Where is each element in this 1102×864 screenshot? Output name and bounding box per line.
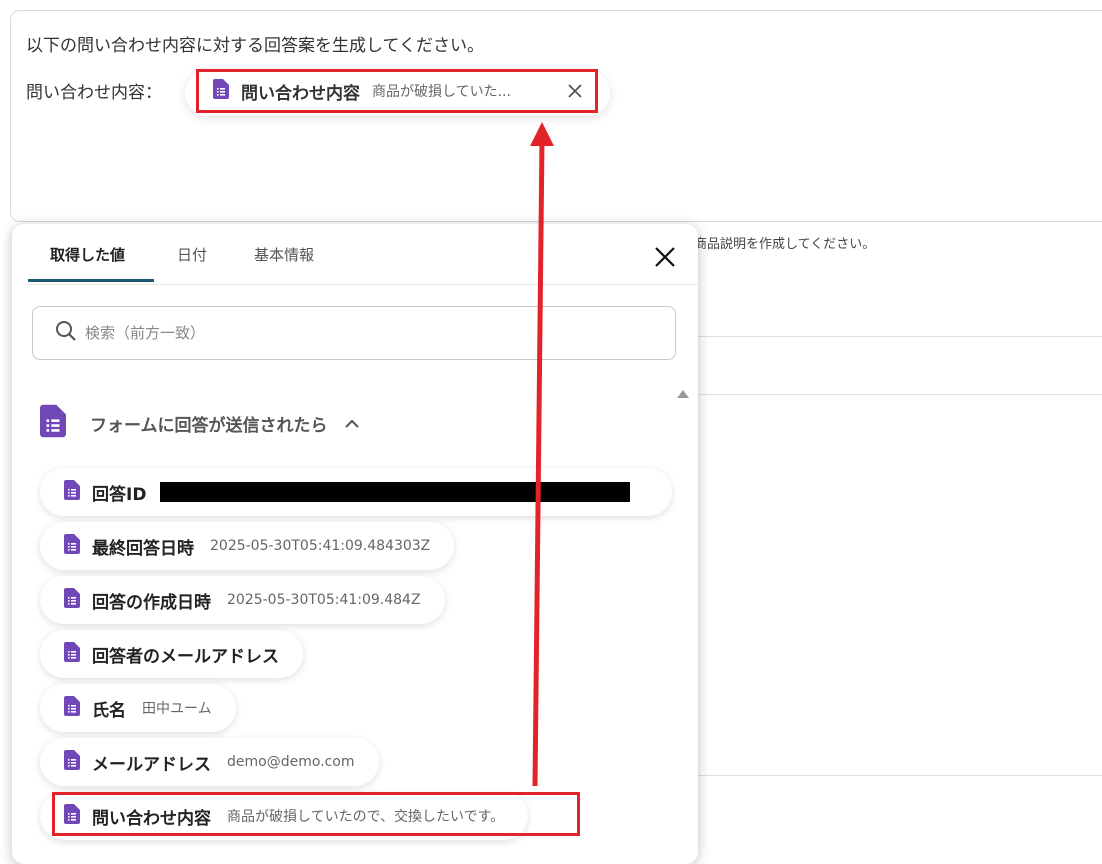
search-field[interactable]	[32, 306, 676, 360]
document-icon	[64, 480, 80, 504]
item-label: 問い合わせ内容	[92, 808, 211, 829]
chip-label: 問い合わせ内容	[241, 83, 360, 104]
tab-date[interactable]: 日付	[177, 244, 207, 265]
redacted-value	[160, 482, 631, 502]
scroll-up-icon[interactable]	[677, 390, 689, 398]
item-value: 2025-05-30T05:41:09.484303Z	[210, 538, 431, 554]
variable-picker-popup: 取得した値 日付 基本情報 フォームに回答が送信されたら 回答ID 最終回答日時…	[12, 224, 698, 864]
item-label: 回答ID	[92, 484, 147, 505]
document-icon	[64, 642, 80, 666]
list-item[interactable]: 回答ID	[40, 468, 672, 516]
forms-icon	[40, 404, 66, 442]
item-label: 氏名	[92, 700, 126, 721]
item-label: 最終回答日時	[92, 538, 194, 559]
prompt-text: 以下の問い合わせ内容に対する回答案を生成してください。	[26, 36, 484, 56]
list-item[interactable]: 問い合わせ内容 商品が破損していたので、交換したいです。	[40, 792, 529, 840]
document-icon	[64, 696, 80, 720]
variable-label: 問い合わせ内容：	[26, 83, 162, 103]
list-item[interactable]: 最終回答日時 2025-05-30T05:41:09.484303Z	[40, 522, 455, 570]
trigger-group-header[interactable]: フォームに回答が送信されたら	[40, 404, 360, 442]
item-value: 田中ユーム	[142, 701, 212, 717]
list-item[interactable]: 回答の作成日時 2025-05-30T05:41:09.484Z	[40, 576, 445, 624]
list-item[interactable]: 氏名 田中ユーム	[40, 684, 236, 732]
document-icon	[64, 804, 80, 828]
list-item[interactable]: 回答者のメールアドレス	[40, 630, 303, 678]
search-input[interactable]	[83, 323, 647, 343]
item-value: 2025-05-30T05:41:09.484Z	[227, 592, 421, 608]
inserted-variable-chip[interactable]: 問い合わせ内容 商品が破損していた...	[196, 69, 598, 113]
item-label: 回答の作成日時	[92, 592, 211, 613]
item-value: 商品が破損していたので、交換したいです。	[227, 809, 505, 825]
close-icon[interactable]	[565, 81, 585, 101]
tab-basic-info[interactable]: 基本情報	[254, 244, 314, 265]
close-icon[interactable]	[652, 244, 678, 270]
item-label: メールアドレス	[92, 754, 211, 775]
background-text: 商品説明を作成してください。	[694, 237, 876, 252]
list-item[interactable]: メールアドレス demo@demo.com	[40, 738, 379, 786]
search-icon	[55, 320, 77, 346]
document-icon	[64, 534, 80, 558]
document-icon	[64, 750, 80, 774]
document-icon	[213, 79, 229, 103]
item-label: 回答者のメールアドレス	[92, 646, 279, 667]
tab-bar: 取得した値 日付 基本情報	[28, 224, 698, 285]
group-title: フォームに回答が送信されたら	[90, 415, 328, 436]
tab-acquired-values[interactable]: 取得した値	[50, 244, 125, 265]
chevron-up-icon[interactable]	[344, 414, 360, 433]
active-tab-indicator	[28, 279, 154, 282]
divider	[697, 394, 1102, 395]
chip-value: 商品が破損していた...	[372, 84, 511, 100]
document-icon	[64, 588, 80, 612]
divider	[697, 336, 1102, 337]
divider	[697, 775, 1102, 776]
item-value: demo@demo.com	[227, 754, 355, 770]
